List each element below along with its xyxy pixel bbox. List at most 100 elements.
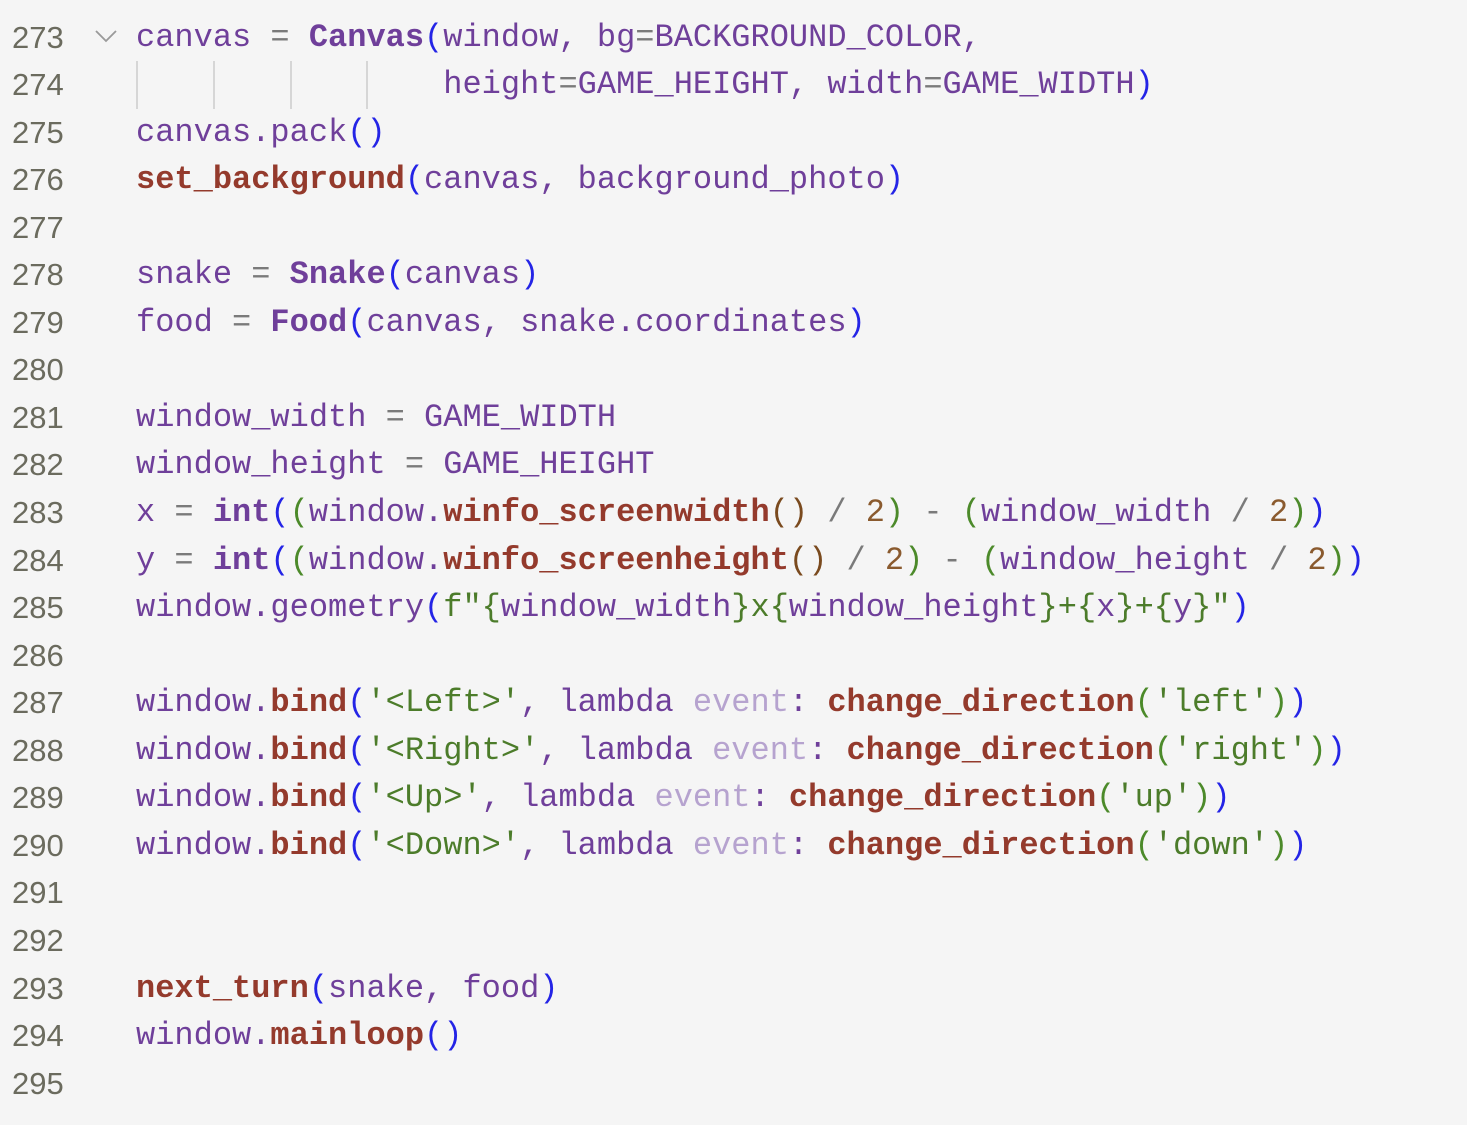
code-token: background_photo bbox=[577, 161, 885, 199]
code-token: window_height bbox=[1000, 541, 1250, 579]
code-token: window bbox=[136, 826, 252, 864]
code-token: . bbox=[251, 826, 271, 864]
code-token: '<Right>' bbox=[366, 731, 540, 769]
code-line[interactable]: 293 next_turn(snake, food) bbox=[0, 965, 1467, 1013]
code-token: canvas bbox=[404, 256, 521, 294]
code-token: ) bbox=[1230, 589, 1250, 627]
code-line[interactable]: 290 window.bind('<Down>', lambda event: c… bbox=[0, 822, 1467, 870]
code-line[interactable]: 282 window_height = GAME_HEIGHT bbox=[0, 441, 1467, 489]
code-token: y bbox=[1172, 589, 1193, 627]
code-line[interactable]: 280 bbox=[0, 346, 1467, 394]
code-token: canvas bbox=[136, 113, 252, 151]
code-token: change_direction bbox=[788, 779, 1097, 817]
code-text: window.mainloop() bbox=[136, 1012, 462, 1060]
code-line[interactable]: 291 bbox=[0, 869, 1467, 917]
code-token: Canvas bbox=[308, 18, 425, 56]
code-token: food bbox=[462, 969, 540, 1007]
code-token: Snake bbox=[289, 256, 386, 294]
code-token: : bbox=[750, 779, 789, 817]
code-token: = bbox=[385, 446, 444, 484]
code-line[interactable]: 273 canvas = Canvas(window, bg=BACKGROUND… bbox=[0, 14, 1467, 62]
code-token: BACKGROUND_COLOR bbox=[654, 18, 962, 56]
code-token: '<Up>' bbox=[366, 779, 482, 817]
code-token: 'right' bbox=[1172, 731, 1308, 769]
line-number: 282 bbox=[12, 447, 64, 483]
code-token: bind bbox=[270, 684, 348, 722]
code-token: y bbox=[136, 541, 156, 579]
code-line[interactable]: 281 window_width = GAME_WIDTH bbox=[0, 394, 1467, 442]
code-line[interactable]: 277 bbox=[0, 204, 1467, 252]
code-token: , bbox=[788, 66, 828, 104]
code-token: bind bbox=[270, 779, 348, 817]
code-token: ) bbox=[1345, 541, 1365, 579]
code-token: ) bbox=[539, 969, 559, 1007]
code-line[interactable]: 294 window.mainloop() bbox=[0, 1012, 1467, 1060]
code-token: canvas bbox=[424, 161, 540, 199]
code-line[interactable]: 292 bbox=[0, 917, 1467, 965]
code-text: y = int((window.winfo_screenheight() / 2… bbox=[136, 537, 1365, 585]
code-token: ) bbox=[1134, 66, 1154, 104]
code-line[interactable]: 275 canvas.pack() bbox=[0, 109, 1467, 157]
code-line[interactable]: 286 bbox=[0, 632, 1467, 680]
code-token: : bbox=[788, 826, 828, 864]
code-editor[interactable]: 273 canvas = Canvas ( window, bg = BACKGROUND… bbox=[0, 0, 1467, 1125]
code-line[interactable]: 287 window.bind('<Left>', lambda event: c… bbox=[0, 679, 1467, 727]
code-line[interactable]: 276 set_background(canvas, background_pho… bbox=[0, 156, 1467, 204]
code-token: = bbox=[232, 256, 290, 294]
code-token: snake bbox=[328, 969, 425, 1007]
line-number: 283 bbox=[12, 495, 64, 530]
code-token: ) bbox=[1307, 731, 1327, 769]
line-number: 294 bbox=[12, 1018, 64, 1054]
code-line[interactable]: 283 x = int((window.winfo_screenwidth() /… bbox=[0, 489, 1467, 537]
code-token: . bbox=[251, 731, 271, 769]
code-token: = bbox=[923, 66, 943, 104]
code-token: = bbox=[558, 66, 578, 104]
line-number: 290 bbox=[12, 827, 64, 863]
code-line[interactable]: 284 y = int((window.winfo_screenheight() … bbox=[0, 537, 1467, 585]
code-token: }" bbox=[1192, 589, 1231, 627]
code-token: ) bbox=[1326, 541, 1346, 579]
code-line[interactable]: 288 window.bind('<Right>', lambda event: … bbox=[0, 727, 1467, 775]
code-text: window_width = GAME_WIDTH bbox=[136, 394, 616, 442]
code-token: lambda bbox=[577, 731, 713, 769]
code-text: window_height = GAME_HEIGHT bbox=[136, 441, 654, 489]
code-token: ( bbox=[1134, 684, 1154, 722]
code-line[interactable]: 285 window.geometry(f"{window_width}x{win… bbox=[0, 584, 1467, 632]
code-token: next_turn bbox=[136, 969, 309, 1007]
code-token: ( bbox=[289, 494, 309, 531]
code-token: ) bbox=[1192, 779, 1212, 817]
code-token: GAME_HEIGHT bbox=[443, 446, 655, 484]
code-token: - bbox=[904, 494, 962, 531]
code-text: window.bind('<Up>', lambda event: change… bbox=[136, 774, 1231, 822]
code-line[interactable]: 278 snake = Snake(canvas) bbox=[0, 251, 1467, 299]
code-token: / bbox=[827, 541, 885, 579]
code-token: window_height bbox=[788, 589, 1039, 627]
code-token: canvas bbox=[366, 303, 482, 341]
code-token: ) bbox=[884, 494, 905, 531]
code-line[interactable]: 289 window.bind('<Up>', lambda event: cha… bbox=[0, 774, 1467, 822]
line-number: 275 bbox=[12, 114, 64, 150]
code-token: bg bbox=[596, 18, 636, 56]
chevron-down-icon[interactable] bbox=[94, 28, 117, 44]
code-token: winfo_screenheight bbox=[443, 541, 789, 579]
code-token: = bbox=[212, 303, 271, 341]
code-token: canvas bbox=[136, 18, 252, 56]
code-token: event bbox=[692, 684, 789, 722]
code-token: () bbox=[769, 494, 809, 531]
code-token: () bbox=[424, 1017, 463, 1055]
line-number: 273 bbox=[12, 19, 64, 55]
code-token: mainloop bbox=[270, 1017, 425, 1055]
code-line[interactable]: 274 height=GAME_HEIGHT, width=GAME_WIDTH… bbox=[0, 61, 1467, 109]
code-token: window bbox=[136, 1017, 252, 1055]
code-token: = bbox=[366, 398, 425, 436]
code-line[interactable]: 295 bbox=[0, 1060, 1467, 1108]
code-token: - bbox=[923, 541, 981, 579]
code-token: lambda bbox=[520, 779, 655, 817]
code-text: snake = Snake(canvas) bbox=[136, 251, 539, 299]
code-token: . bbox=[251, 779, 271, 817]
code-token: }x{ bbox=[731, 589, 789, 627]
code-token: window_height bbox=[136, 446, 386, 484]
code-token: , bbox=[539, 731, 578, 769]
line-number: 291 bbox=[12, 875, 64, 911]
code-line[interactable]: 279 food = Food(canvas, snake.coordinates… bbox=[0, 299, 1467, 347]
